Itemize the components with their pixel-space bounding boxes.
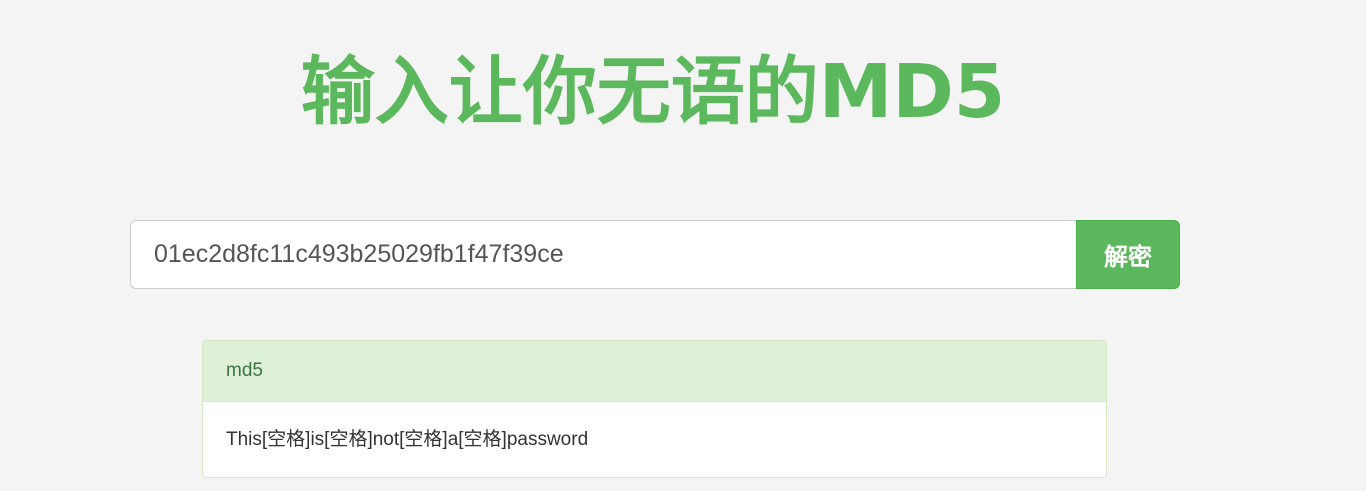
search-row: 解密 <box>130 220 1180 289</box>
md5-input[interactable] <box>130 220 1076 289</box>
result-text: This[空格]is[空格]not[空格]a[空格]password <box>226 429 589 450</box>
result-panel-heading: md5 <box>203 341 1106 402</box>
page-title: 输入让你无语的MD5 <box>300 49 1006 135</box>
result-panel: md5 This[空格]is[空格]not[空格]a[空格]password <box>202 340 1107 478</box>
decrypt-button[interactable]: 解密 <box>1076 220 1180 289</box>
page: 输入让你无语的MD5 解密 md5 This[空格]is[空格]not[空格]a… <box>0 0 1366 491</box>
